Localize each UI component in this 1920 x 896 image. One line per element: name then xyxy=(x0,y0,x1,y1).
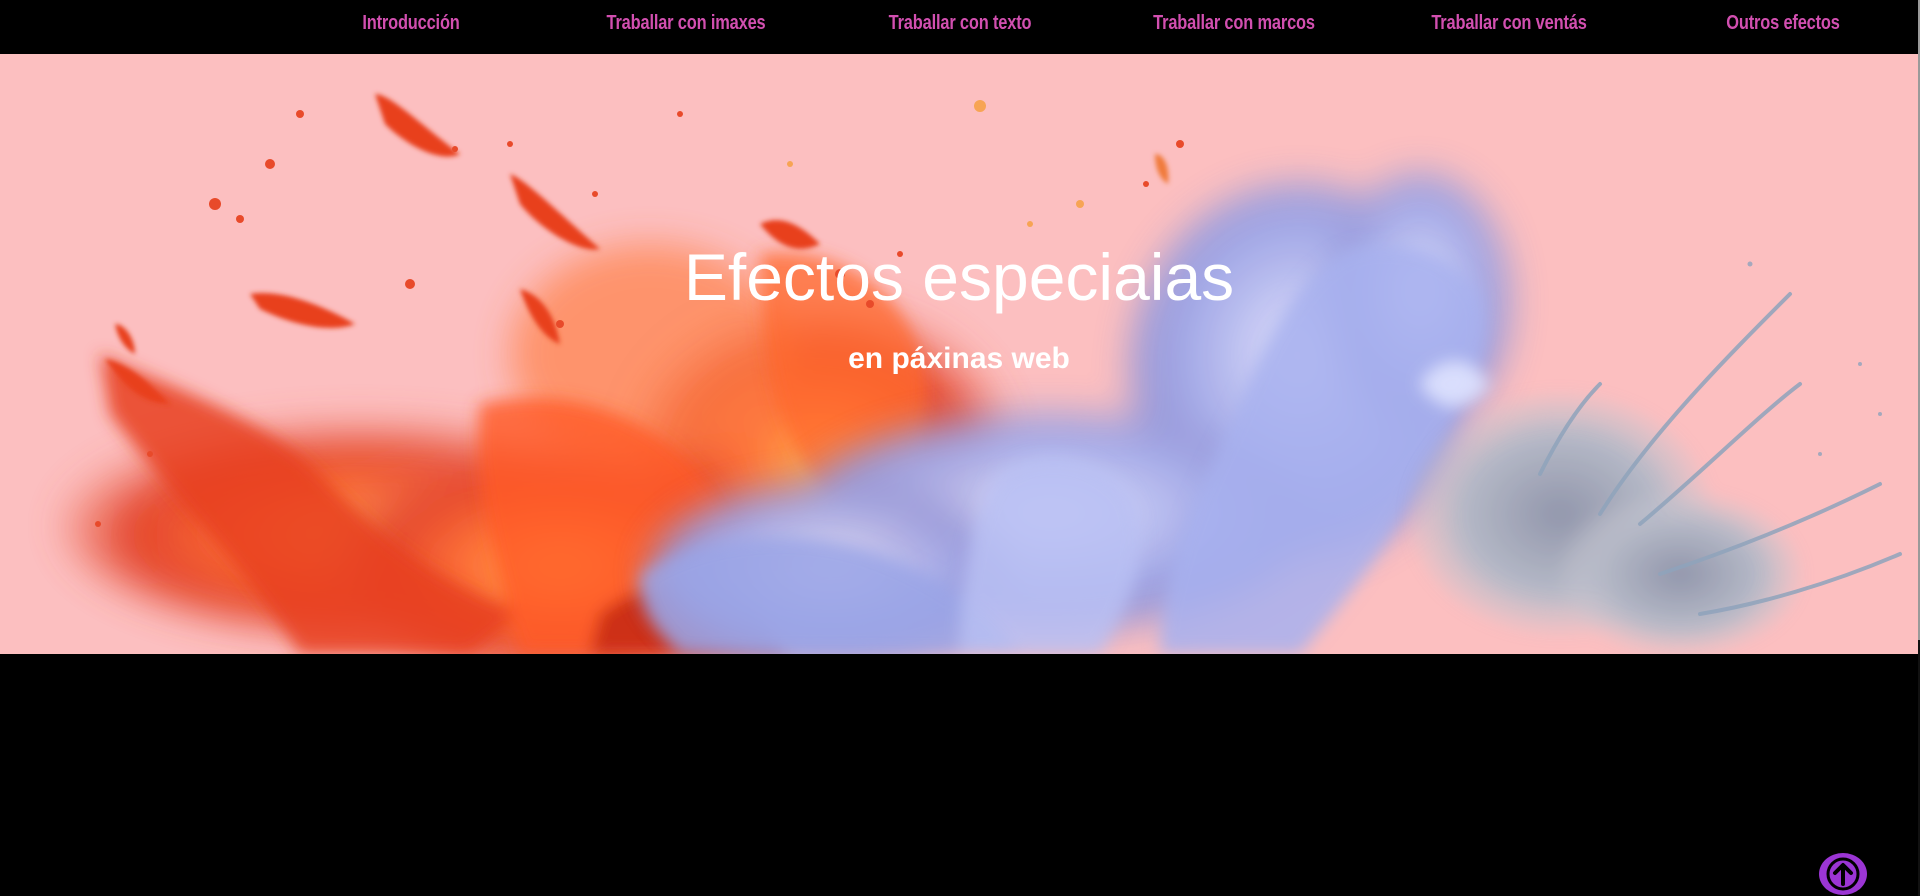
arrow-up-icon xyxy=(1826,857,1860,891)
nav-link-introduccion[interactable]: Introducción xyxy=(362,12,460,35)
hero-title: Efectos especiaias xyxy=(683,240,1235,314)
nav-link-marcos[interactable]: Traballar con marcos xyxy=(1153,12,1315,35)
page: Introducción Traballar con imaxes Trabal… xyxy=(0,0,1920,896)
hero-subtitle: en páxinas web xyxy=(848,342,1070,375)
back-to-top-button[interactable] xyxy=(1819,853,1867,895)
top-navigation: Introducción Traballar con imaxes Trabal… xyxy=(0,0,1918,54)
hero-banner: Efectos especiaias en páxinas web xyxy=(0,54,1918,654)
nav-link-texto[interactable]: Traballar con texto xyxy=(889,12,1032,35)
nav-link-imaxes[interactable]: Traballar con imaxes xyxy=(607,12,766,35)
nav-link-ventas[interactable]: Traballar con ventás xyxy=(1431,12,1586,35)
nav-link-outros-efectos[interactable]: Outros efectos xyxy=(1726,12,1840,35)
